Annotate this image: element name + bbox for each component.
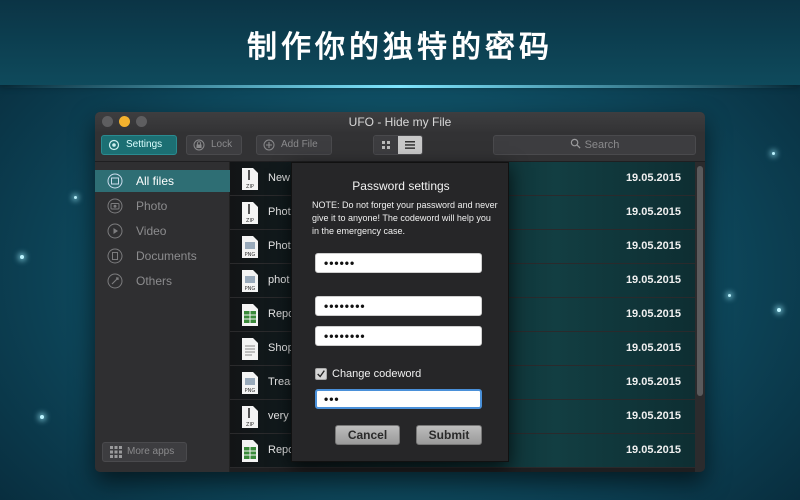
sparkle-decoration [20,255,24,259]
confirm-password-field[interactable]: •••••••• [315,326,482,346]
list-view-button[interactable] [398,136,422,154]
sparkle-decoration [777,308,781,312]
list-icon [405,141,415,149]
sidebar-item-all-files[interactable]: All files [95,170,230,192]
change-codeword-label: Change codeword [332,368,422,380]
dialog-title: Password settings [352,179,450,193]
zip-file-icon: ZIP [242,406,258,428]
sidebar-item-label: Documents [136,249,197,263]
codeword-field[interactable]: ••• [315,389,482,409]
sidebar-item-label: Photo [136,199,168,213]
file-name: very [268,410,289,422]
photo-icon [107,198,123,214]
png-file-icon: PNG [242,270,258,292]
grid-icon [382,141,390,149]
app-window: UFO - Hide my File Settings Lock Add Fil… [95,112,705,472]
document-file-icon [242,338,258,360]
view-mode-toggle[interactable] [373,135,423,155]
sidebar-item-others[interactable]: Others [95,270,230,292]
sidebar-item-label: Others [136,274,173,288]
video-icon [107,223,123,239]
sidebar-item-label: All files [136,174,175,188]
checkmark-icon [317,370,325,378]
documents-icon [107,248,123,264]
sidebar-item-video[interactable]: Video [95,220,230,242]
change-codeword-checkbox[interactable] [315,368,327,380]
gear-icon [108,139,120,151]
png-file-icon: PNG [242,372,258,394]
add-file-button-label: Add File [281,139,318,150]
add-file-button[interactable]: Add File [256,135,332,155]
file-name: Shop [268,342,294,354]
png-file-icon: PNG [242,236,258,258]
file-name: Phot [268,240,291,252]
svg-text:ZIP: ZIP [246,184,254,190]
password-settings-dialog: Password settings NOTE: Do not forget yo… [291,162,509,462]
svg-text:ZIP: ZIP [246,422,254,428]
file-list-scrollbar[interactable] [695,162,705,472]
file-name: phot [268,274,290,286]
file-name: New [268,172,291,184]
file-date: 19.05.2015 [625,240,681,252]
zip-file-icon: ZIP [242,202,258,224]
settings-button-label: Settings [126,139,163,150]
file-date: 19.05.2015 [625,342,681,354]
spreadsheet-file-icon [242,304,258,326]
grid-view-button[interactable] [374,136,398,154]
sparkle-decoration [74,196,77,199]
search-placeholder: Search [584,139,620,151]
new-password-field[interactable]: •••••••• [315,296,482,316]
search-field[interactable]: Search [493,135,696,155]
scrollbar-thumb[interactable] [697,166,703,396]
lock-button[interactable]: Lock [186,135,242,155]
file-name: Phot [268,206,291,218]
toolbar: Settings Lock Add File Search [95,132,705,162]
svg-text:PNG: PNG [245,252,256,258]
file-date: 19.05.2015 [625,274,681,286]
current-password-field[interactable]: •••••• [315,253,482,273]
promo-banner: 制作你的独特的密码 [0,0,800,85]
sidebar-item-label: Video [136,224,167,238]
file-date: 19.05.2015 [625,308,681,320]
svg-text:PNG: PNG [245,388,256,394]
cancel-button[interactable]: Cancel [335,425,400,445]
all-files-icon [107,173,123,189]
zip-file-icon: ZIP [242,168,258,190]
others-icon [107,273,123,289]
more-apps-label: More apps [127,446,175,457]
sparkle-decoration [40,415,44,419]
lock-button-label: Lock [211,139,233,150]
file-date: 19.05.2015 [625,376,681,388]
file-date: 19.05.2015 [625,410,681,422]
banner-glow-line [0,85,800,88]
more-apps-button[interactable]: More apps [102,442,187,462]
plus-circle-icon [263,139,275,151]
svg-text:PNG: PNG [245,286,256,292]
spreadsheet-file-icon [242,440,258,462]
sidebar-item-documents[interactable]: Documents [95,245,230,267]
dialog-note: NOTE: Do not forget your password and ne… [312,200,498,236]
apps-grid-icon [110,446,122,458]
file-date: 19.05.2015 [625,206,681,218]
settings-button[interactable]: Settings [101,135,177,155]
sparkle-decoration [772,152,775,155]
sidebar: All files Photo Video Documents Others M… [95,162,230,472]
svg-text:ZIP: ZIP [246,218,254,224]
banner-title: 制作你的独特的密码 [247,30,553,65]
sidebar-item-photo[interactable]: Photo [95,195,230,217]
window-title: UFO - Hide my File [348,115,452,129]
lock-icon [193,139,205,151]
file-date: 19.05.2015 [625,444,681,456]
sparkle-decoration [728,294,731,297]
search-icon [570,138,581,149]
title-bar[interactable]: UFO - Hide my File [95,112,705,132]
submit-button[interactable]: Submit [416,425,482,445]
file-date: 19.05.2015 [625,172,681,184]
